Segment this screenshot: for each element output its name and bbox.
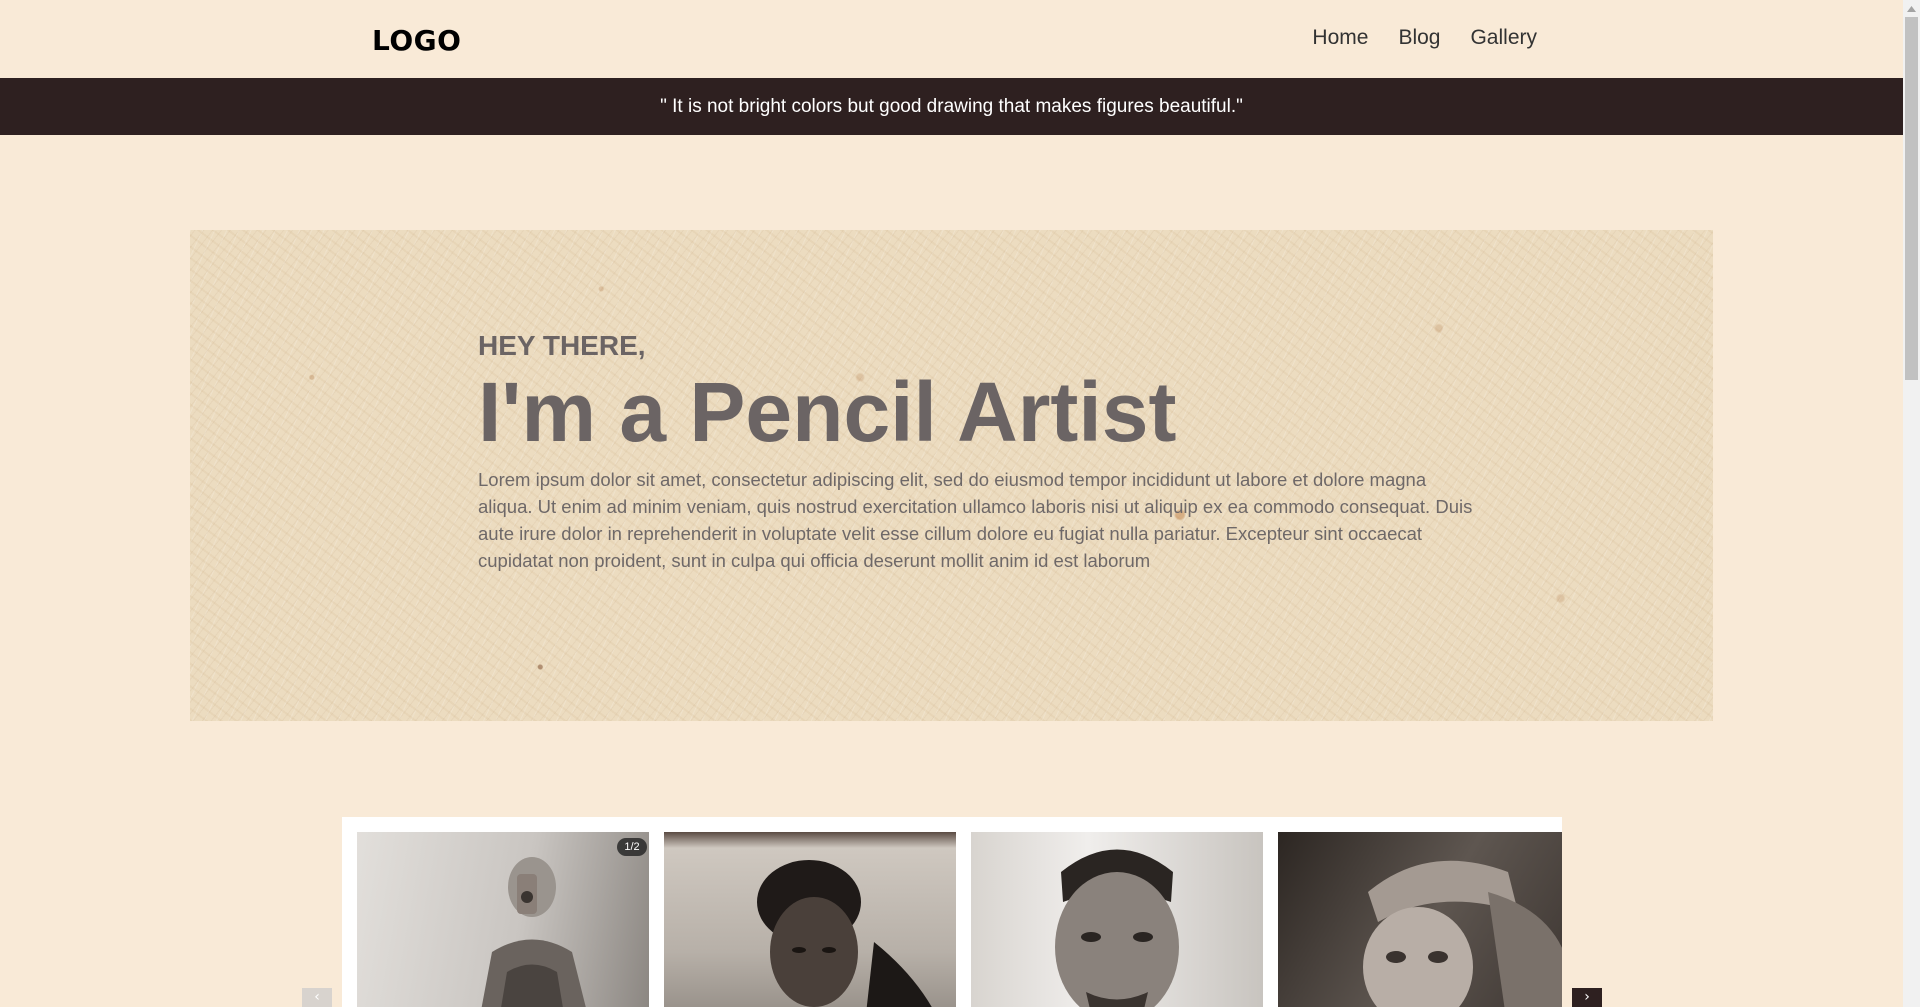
quote-banner: " It is not bright colors but good drawi… xyxy=(0,78,1903,135)
chevron-left-icon: ‹ xyxy=(314,989,320,1005)
quote-text: " It is not bright colors but good drawi… xyxy=(660,95,1243,117)
gallery-photo[interactable] xyxy=(664,832,956,1007)
page: LOGO Home Blog Gallery " It is not brigh… xyxy=(0,0,1903,1007)
portrait-sketch-image xyxy=(757,860,932,1007)
portrait-sketch-image xyxy=(481,857,586,1007)
portrait-sketch-image xyxy=(1363,860,1562,1007)
site-header: LOGO Home Blog Gallery xyxy=(0,0,1903,78)
hero-section: HEY THERE, I'm a Pencil Artist Lorem ips… xyxy=(190,230,1713,721)
scrollbar-thumb[interactable] xyxy=(1905,17,1918,380)
image-count-badge: 1/2 xyxy=(617,838,647,856)
scroll-up-arrow-icon[interactable] xyxy=(1903,0,1920,17)
portrait-sketch-image xyxy=(1055,849,1179,1007)
gallery-prev-button[interactable]: ‹ xyxy=(302,988,332,1007)
gallery-photo[interactable] xyxy=(1278,832,1562,1007)
nav-home-link[interactable]: Home xyxy=(1312,26,1368,50)
gallery-next-button[interactable]: › xyxy=(1572,988,1602,1007)
nav-blog-link[interactable]: Blog xyxy=(1398,26,1440,50)
hero-content: HEY THERE, I'm a Pencil Artist Lorem ips… xyxy=(478,330,1478,574)
gallery-photo[interactable]: 1/2 xyxy=(357,832,649,1007)
main-nav: Home Blog Gallery xyxy=(1312,26,1537,50)
gallery-photo[interactable] xyxy=(971,832,1263,1007)
vertical-scrollbar[interactable] xyxy=(1903,0,1920,1007)
gallery-carousel: 1/2 xyxy=(342,817,1562,1007)
nav-gallery-link[interactable]: Gallery xyxy=(1470,26,1537,50)
chevron-right-icon: › xyxy=(1584,989,1590,1005)
logo[interactable]: LOGO xyxy=(372,24,461,57)
hero-title: I'm a Pencil Artist xyxy=(478,365,1177,459)
hero-description: Lorem ipsum dolor sit amet, consectetur … xyxy=(478,469,1473,571)
hero-greeting: HEY THERE, xyxy=(478,330,646,361)
